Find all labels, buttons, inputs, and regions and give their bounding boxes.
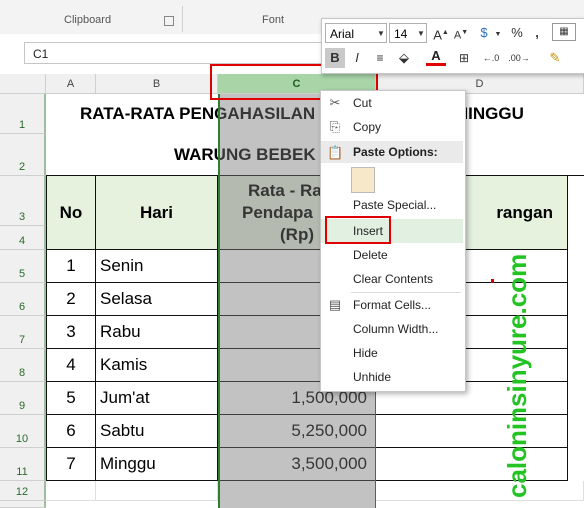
cell-hari[interactable]: Kamis (96, 349, 218, 382)
menu-hide[interactable]: Hide (321, 341, 463, 365)
cell-hari[interactable]: Rabu (96, 316, 218, 349)
cell-no[interactable]: 7 (46, 448, 96, 481)
scissors-icon: ✂ (329, 95, 341, 110)
row-header-8[interactable]: 8 (0, 349, 46, 382)
clipboard-group-label: Clipboard (64, 14, 112, 26)
cell-no[interactable]: 5 (46, 382, 96, 415)
cell-no[interactable]: 3 (46, 316, 96, 349)
select-all-corner[interactable] (0, 74, 46, 94)
menu-column-width[interactable]: Column Width... (321, 317, 463, 341)
menu-cut[interactable]: ✂ Cut (321, 91, 463, 115)
menu-format-cells[interactable]: ▤ Format Cells... (321, 293, 463, 317)
row-header-11[interactable]: 11 (0, 448, 46, 481)
cell-no[interactable]: 2 (46, 283, 96, 316)
paste-options-header: 📋 Paste Options: (321, 141, 463, 163)
header-hari[interactable]: Hari (96, 176, 218, 250)
increase-font-icon[interactable]: A▲ (432, 24, 450, 42)
row-header-1[interactable]: 1 (0, 94, 46, 134)
column-header-b[interactable]: B (96, 74, 218, 94)
row-header-12[interactable]: 12 (0, 481, 46, 501)
cell-no[interactable]: 6 (46, 415, 96, 448)
row-header-9[interactable]: 9 (0, 382, 46, 415)
row-header-5[interactable]: 5 (0, 250, 46, 283)
format-cells-icon: ▤ (328, 297, 342, 312)
cell-hari[interactable]: Minggu (96, 448, 218, 481)
comma-icon[interactable]: , (528, 24, 546, 42)
italic-button[interactable]: I (348, 49, 366, 67)
empty-cell[interactable] (96, 481, 218, 501)
menu-clear-contents[interactable]: Clear Contents (321, 267, 463, 291)
font-group-label: Font (262, 14, 285, 26)
currency-icon[interactable]: $ (474, 24, 494, 42)
cell-no[interactable]: 4 (46, 349, 96, 382)
empty-cell[interactable] (46, 481, 96, 501)
decrease-decimal-icon[interactable]: .00→ (508, 49, 530, 67)
menu-unhide[interactable]: Unhide (321, 365, 463, 389)
align-center-icon[interactable]: ≡ (370, 49, 390, 67)
row-header-2[interactable]: 2 (0, 134, 46, 176)
format-painter-icon[interactable]: ✎ (544, 49, 566, 67)
bold-button[interactable]: B (325, 48, 345, 68)
paste-icon[interactable] (351, 167, 375, 193)
cell-hari[interactable]: Jum'at (96, 382, 218, 415)
row-header-10[interactable]: 10 (0, 415, 46, 448)
mini-toolbar: Arial ▼ 14 ▼ A▲ A▼ $ ▼ % , ▦ B I ≡ ⬙ A ⊞… (321, 18, 584, 74)
paste-icon: 📋 (327, 145, 344, 160)
watermark: caloninsinyure.com (502, 254, 532, 498)
row-header-4[interactable]: 4 (0, 226, 46, 250)
copy-icon: ⎘ (329, 119, 341, 134)
name-box[interactable]: C1 (24, 42, 324, 64)
cell-no[interactable]: 1 (46, 250, 96, 283)
clipboard-launcher-icon[interactable] (164, 16, 174, 26)
chevron-down-icon[interactable]: ▼ (415, 25, 427, 43)
column-header-a[interactable]: A (46, 74, 96, 94)
fill-color-icon[interactable]: ⬙ (394, 49, 414, 67)
chevron-down-icon[interactable]: ▼ (375, 25, 387, 43)
chevron-down-icon[interactable]: ▼ (494, 26, 502, 44)
menu-copy[interactable]: ⎘ Copy (321, 115, 463, 139)
row-header-13 (0, 501, 46, 508)
format-table-icon[interactable]: ▦ (552, 23, 576, 41)
decrease-font-icon[interactable]: A▼ (452, 24, 470, 42)
increase-decimal-icon[interactable]: ←.0 (480, 49, 502, 67)
menu-delete[interactable]: Delete (321, 243, 463, 267)
cell-hari[interactable]: Selasa (96, 283, 218, 316)
row-header-6[interactable]: 6 (0, 283, 46, 316)
cell-hari[interactable]: Senin (96, 250, 218, 283)
borders-icon[interactable]: ⊞ (454, 49, 474, 67)
percent-icon[interactable]: % (508, 24, 526, 42)
watermark-text: caloninsinyure.com (502, 254, 532, 498)
ribbon-separator (182, 6, 183, 32)
row-header-7[interactable]: 7 (0, 316, 46, 349)
highlight-insert (325, 216, 391, 244)
cell-hari[interactable]: Sabtu (96, 415, 218, 448)
menu-paste-special[interactable]: Paste Special... (321, 193, 463, 217)
font-color-icon[interactable]: A (426, 49, 446, 66)
row-header-3[interactable]: 3 (0, 176, 46, 226)
header-no[interactable]: No (46, 176, 96, 250)
